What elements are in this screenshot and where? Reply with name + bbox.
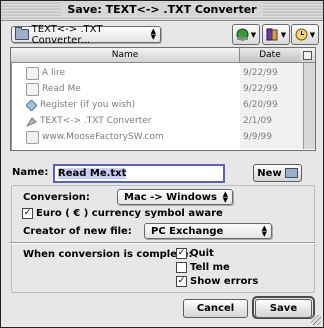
recent-clock-icon <box>295 28 308 41</box>
file-list[interactable]: Name Date Modified A lire 9/22/99 Read M… <box>10 47 316 151</box>
list-item[interactable]: Read Me 9/22/99 <box>11 81 303 97</box>
show-errors-checkbox[interactable]: ✓ Show errors <box>176 276 258 287</box>
folder-location-popup[interactable]: TEXT<-> .TXT Converter... ▲ ▼ <box>11 23 161 46</box>
chevron-down-icon: ▼ <box>280 30 287 39</box>
register-icon <box>26 99 37 111</box>
conversion-popup[interactable]: Mac -> Windows ▲ ▼ <box>117 189 233 205</box>
creator-popup[interactable]: PC Exchange ▲ ▼ <box>144 223 272 239</box>
shortcuts-button[interactable]: ▼ <box>262 24 290 45</box>
checkbox-icon: ✓ <box>176 248 187 259</box>
completion-label: When conversion is complete: <box>23 249 193 260</box>
recent-button[interactable]: ▼ <box>291 24 319 45</box>
column-header-date[interactable]: Date Modified <box>240 48 300 74</box>
folder-popup-label: TEXT<-> .TXT Converter... <box>31 23 103 46</box>
save-dialog-window: Save: TEXT<-> .TXT Converter TEXT<-> .TX… <box>0 0 324 328</box>
conversion-label: Conversion: <box>23 192 90 203</box>
column-header-name[interactable]: Name <box>11 48 240 62</box>
chevron-down-icon: ▼ <box>250 30 257 39</box>
save-button[interactable]: Save <box>255 299 312 318</box>
popup-arrows-icon: ▲ ▼ <box>222 190 228 204</box>
url-icon <box>26 130 39 144</box>
list-scrollbar[interactable] <box>303 63 315 149</box>
list-item[interactable]: A lire 9/22/99 <box>11 65 303 81</box>
checkbox-icon: ✓ <box>176 276 187 287</box>
divider <box>9 242 315 244</box>
sort-order-icon[interactable] <box>303 51 312 60</box>
name-label: Name: <box>12 167 49 178</box>
chevron-down-icon: ▼ <box>309 30 316 39</box>
folder-icon <box>15 27 29 40</box>
application-icon <box>26 116 37 127</box>
euro-checkbox[interactable]: ✓ Euro ( € ) currency symbol aware <box>22 208 223 219</box>
creator-label: Creator of new file: <box>23 226 132 237</box>
document-icon <box>26 82 39 96</box>
shortcuts-icon <box>266 28 278 41</box>
list-item[interactable]: Register (if you wish) 6/20/99 <box>11 97 303 113</box>
network-button[interactable]: ▼ <box>232 24 260 45</box>
cancel-button[interactable]: Cancel <box>183 299 248 318</box>
network-globe-icon <box>236 28 249 41</box>
quit-checkbox[interactable]: ✓ Quit <box>176 248 214 259</box>
list-item[interactable]: www.MooseFactorySW.com 9/9/99 <box>11 129 303 145</box>
popup-arrows-icon: ▲ ▼ <box>261 224 267 238</box>
filename-input[interactable]: Read Me.txt <box>53 164 225 183</box>
window-title: Save: TEXT<-> .TXT Converter <box>61 3 263 16</box>
list-item[interactable]: TEXT<-> .TXT Converter 2/1/09 <box>11 113 303 129</box>
document-icon <box>26 66 39 80</box>
title-bar[interactable]: Save: TEXT<-> .TXT Converter <box>1 1 323 21</box>
new-folder-button[interactable]: New <box>253 164 302 182</box>
popup-arrows-icon: ▲ ▼ <box>150 27 156 41</box>
checkbox-icon: ✓ <box>22 208 33 219</box>
list-header: Name Date Modified <box>11 48 315 74</box>
resize-grip-icon[interactable] <box>311 315 321 325</box>
tell-me-checkbox[interactable]: Tell me <box>176 262 230 273</box>
checkbox-icon <box>176 262 187 273</box>
folder-icon <box>284 168 298 178</box>
